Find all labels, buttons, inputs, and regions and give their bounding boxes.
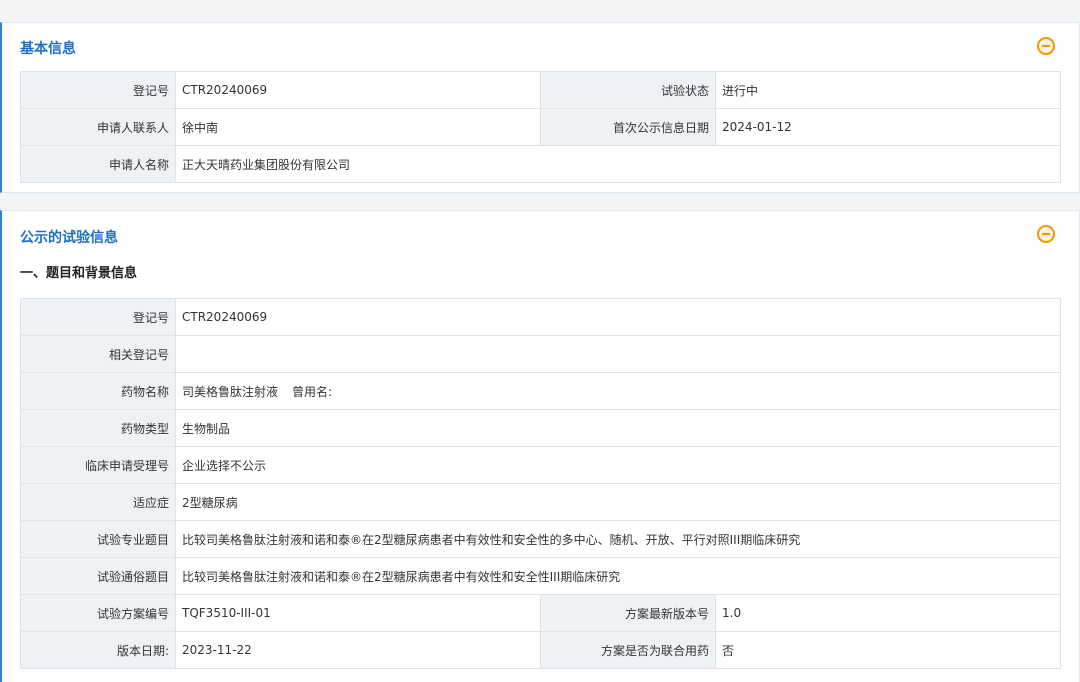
table-row: 相关登记号 bbox=[20, 335, 1062, 373]
collapse-minus-icon[interactable] bbox=[1037, 37, 1055, 55]
related-reg-no-label: 相关登记号 bbox=[20, 335, 176, 373]
acceptance-no-label: 临床申请受理号 bbox=[20, 446, 176, 484]
table-row: 试验专业题目 比较司美格鲁肽注射液和诺和泰®在2型糖尿病患者中有效性和安全性的多… bbox=[20, 520, 1062, 558]
first-publish-date-value: 2024-01-12 bbox=[715, 108, 1061, 146]
drug-name-label: 药物名称 bbox=[20, 372, 176, 410]
indication-value: 2型糖尿病 bbox=[174, 483, 1062, 521]
combination-therapy-label: 方案是否为联合用药 bbox=[540, 631, 716, 669]
table-row: 试验通俗题目 比较司美格鲁肽注射液和诺和泰®在2型糖尿病患者中有效性和安全性II… bbox=[20, 557, 1062, 595]
trial-info-table: 登记号 CTR20240069 相关登记号 药物名称 司美格鲁肽注射液 曾用名: … bbox=[20, 298, 1062, 669]
public-title-label: 试验通俗题目 bbox=[20, 557, 176, 595]
table-row: 登记号 CTR20240069 试验状态 进行中 bbox=[20, 71, 1061, 109]
trial-status-label: 试验状态 bbox=[540, 71, 716, 109]
reg-no-value: CTR20240069 bbox=[175, 71, 541, 109]
drug-type-label: 药物类型 bbox=[20, 409, 176, 447]
drug-name-cell: 司美格鲁肽注射液 曾用名: bbox=[174, 372, 1062, 410]
reg-no-label: 登记号 bbox=[20, 71, 176, 109]
trial-status-value: 进行中 bbox=[715, 71, 1061, 109]
protocol-no-value: TQF3510-III-01 bbox=[175, 594, 541, 632]
table-row: 适应症 2型糖尿病 bbox=[20, 483, 1062, 521]
basic-info-table: 登记号 CTR20240069 试验状态 进行中 申请人联系人 徐中南 首次公示… bbox=[20, 71, 1061, 183]
protocol-version-label: 方案最新版本号 bbox=[540, 594, 716, 632]
table-row: 药物类型 生物制品 bbox=[20, 409, 1062, 447]
table-row: 申请人名称 正大天晴药业集团股份有限公司 bbox=[20, 145, 1061, 183]
drug-type-value: 生物制品 bbox=[174, 409, 1062, 447]
table-row: 试验方案编号 TQF3510-III-01 方案最新版本号 1.0 bbox=[20, 594, 1062, 632]
collapse-minus-icon[interactable] bbox=[1037, 225, 1055, 243]
basic-info-title: 基本信息 bbox=[20, 41, 76, 57]
table-row: 登记号 CTR20240069 bbox=[20, 298, 1062, 336]
table-row: 临床申请受理号 企业选择不公示 bbox=[20, 446, 1062, 484]
indication-label: 适应症 bbox=[20, 483, 176, 521]
combination-therapy-value: 否 bbox=[714, 631, 1062, 669]
basic-info-panel: 基本信息 登记号 CTR20240069 试验状态 进行中 申请人联系人 徐中南… bbox=[0, 22, 1080, 193]
version-date-label: 版本日期: bbox=[20, 631, 176, 669]
applicant-label: 申请人名称 bbox=[20, 145, 176, 183]
table-row: 申请人联系人 徐中南 首次公示信息日期 2024-01-12 bbox=[20, 108, 1061, 146]
applicant-value: 正大天晴药业集团股份有限公司 bbox=[175, 145, 1061, 183]
contact-value: 徐中南 bbox=[175, 108, 541, 146]
section-title: 一、题目和背景信息 bbox=[20, 266, 138, 281]
related-reg-no-value bbox=[174, 335, 1062, 373]
trial-info-panel: 公示的试验信息 一、题目和背景信息 登记号 CTR20240069 相关登记号 … bbox=[0, 210, 1080, 682]
contact-label: 申请人联系人 bbox=[20, 108, 176, 146]
former-name-label: 曾用名: bbox=[292, 384, 333, 399]
reg-no-label: 登记号 bbox=[20, 298, 176, 336]
scientific-title-value: 比较司美格鲁肽注射液和诺和泰®在2型糖尿病患者中有效性和安全性的多中心、随机、开… bbox=[174, 520, 1062, 558]
protocol-version-value: 1.0 bbox=[714, 594, 1062, 632]
drug-name-value: 司美格鲁肽注射液 bbox=[182, 384, 279, 399]
table-row: 药物名称 司美格鲁肽注射液 曾用名: bbox=[20, 372, 1062, 410]
version-date-value: 2023-11-22 bbox=[175, 631, 541, 669]
first-publish-date-label: 首次公示信息日期 bbox=[540, 108, 716, 146]
reg-no-value: CTR20240069 bbox=[174, 298, 1062, 336]
acceptance-no-value: 企业选择不公示 bbox=[174, 446, 1062, 484]
public-title-value: 比较司美格鲁肽注射液和诺和泰®在2型糖尿病患者中有效性和安全性III期临床研究 bbox=[174, 557, 1062, 595]
scientific-title-label: 试验专业题目 bbox=[20, 520, 176, 558]
protocol-no-label: 试验方案编号 bbox=[20, 594, 176, 632]
trial-info-title: 公示的试验信息 bbox=[20, 230, 118, 246]
table-row: 版本日期: 2023-11-22 方案是否为联合用药 否 bbox=[20, 631, 1062, 669]
